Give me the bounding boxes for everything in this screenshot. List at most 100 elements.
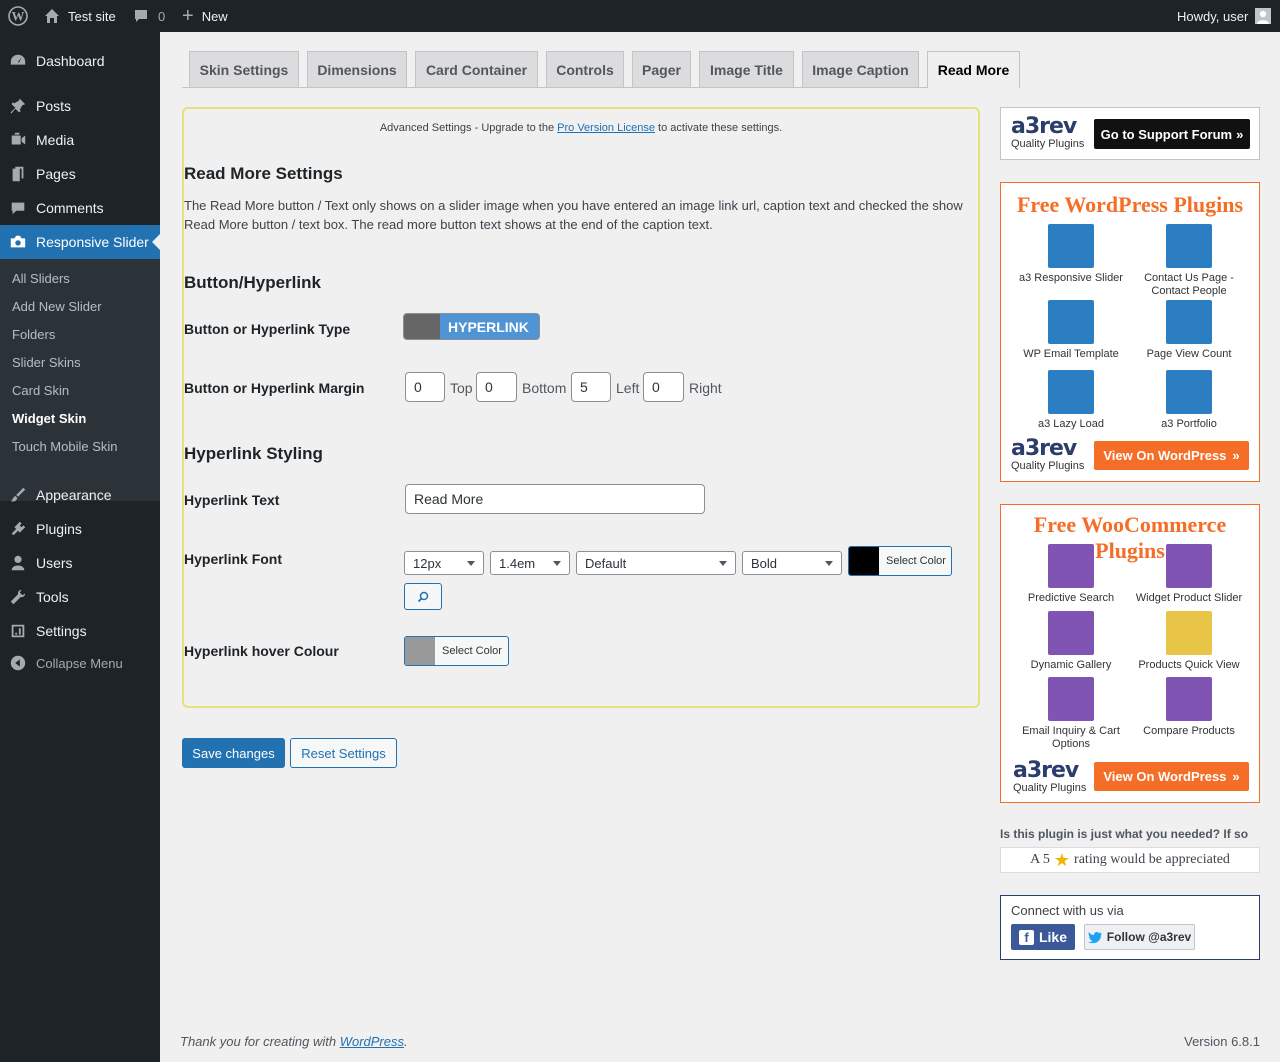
media-icon [0, 131, 36, 149]
submenu-card-skin[interactable]: Card Skin [12, 383, 69, 398]
line-height-select[interactable]: 1.4em [490, 551, 570, 575]
plus-icon: + [182, 5, 194, 27]
margin-top-input[interactable]: 0 [405, 372, 445, 402]
view-btn-label: View On WordPress [1103, 769, 1227, 784]
tab-controls[interactable]: Controls [546, 51, 624, 87]
tab-read-more[interactable]: Read More [927, 51, 1020, 88]
rating-box[interactable]: A 5 ★ rating would be appreciated [1000, 847, 1260, 873]
svg-text:W: W [12, 9, 25, 24]
submenu-touch-mobile-skin[interactable]: Touch Mobile Skin [12, 439, 118, 454]
plugin-thumb [1166, 224, 1212, 268]
menu-plugins[interactable]: Plugins [0, 512, 160, 546]
facebook-like-button[interactable]: f Like [1011, 924, 1075, 950]
plugin-thumb [1166, 544, 1212, 588]
plugin-thumb [1048, 370, 1094, 414]
menu-pages[interactable]: Pages [0, 157, 160, 191]
submenu-all-sliders[interactable]: All Sliders [12, 271, 70, 286]
reset-settings-button[interactable]: Reset Settings [290, 738, 397, 768]
read-more-settings-title: Read More Settings [184, 164, 343, 183]
margin-right-input[interactable]: 0 [643, 372, 684, 402]
margin-left-input[interactable]: 5 [571, 372, 611, 402]
menu-label: Appearance [36, 487, 112, 503]
view-on-wordpress-button[interactable]: View On WordPress » [1094, 762, 1249, 791]
tab-image-caption[interactable]: Image Caption [802, 51, 919, 87]
menu-media[interactable]: Media [0, 123, 160, 157]
submenu-responsive-slider: All Sliders Add New Slider Folders Slide… [0, 259, 160, 501]
rating-question: Is this plugin is just what you needed? … [1000, 827, 1249, 841]
font-preview-button[interactable] [404, 583, 442, 610]
menu-label: Responsive Slider [36, 234, 149, 250]
tab-skin-settings[interactable]: Skin Settings [189, 51, 299, 87]
menu-dashboard[interactable]: Dashboard [0, 44, 160, 78]
plugin-products-quick-view[interactable]: Products Quick View [1131, 611, 1247, 672]
plugin-a3-lazy-load[interactable]: a3 Lazy Load [1013, 370, 1129, 431]
view-on-wordpress-button[interactable]: View On WordPress » [1094, 441, 1249, 470]
comments-link[interactable]: 0 [133, 0, 165, 32]
wordpress-logo-icon[interactable]: W [8, 0, 28, 32]
menu-users[interactable]: Users [0, 546, 160, 580]
hyperlink-type-toggle[interactable]: HYPERLINK [403, 313, 540, 340]
plugin-predictive-search[interactable]: Predictive Search [1013, 544, 1129, 605]
plugin-wp-email-template[interactable]: WP Email Template [1013, 300, 1129, 361]
plugin-thumb [1048, 677, 1094, 721]
new-label: New [201, 8, 228, 24]
font-size-select[interactable]: 12px [404, 551, 484, 575]
pro-license-link[interactable]: Pro Version License [557, 122, 655, 134]
my-account-link[interactable]: Howdy, user [1177, 0, 1272, 32]
plugin-email-inquiry[interactable]: Email Inquiry & Cart Options [1013, 677, 1129, 751]
margin-bottom-input[interactable]: 0 [476, 372, 517, 402]
menu-tools[interactable]: Tools [0, 580, 160, 614]
rating-text-post: rating would be appreciated [1074, 852, 1230, 867]
new-content-link[interactable]: + New [182, 0, 228, 32]
menu-posts[interactable]: Posts [0, 89, 160, 123]
font-weight-select[interactable]: Bold [742, 551, 842, 575]
select-color-label: Select Color [886, 555, 946, 567]
twitter-follow-button[interactable]: Follow @a3rev [1084, 924, 1195, 950]
margin-top-label: Top [450, 380, 473, 396]
plugin-contact-us-page[interactable]: Contact Us Page - Contact People [1131, 224, 1247, 298]
rating-text-pre: A 5 [1030, 852, 1050, 867]
menu-comments[interactable]: Comments [0, 191, 160, 225]
connect-box: Connect with us via f Like Follow @a3rev [1000, 895, 1260, 960]
plugin-a3-portfolio[interactable]: a3 Portfolio [1131, 370, 1247, 431]
wordpress-link[interactable]: WordPress [340, 1034, 404, 1049]
comment-icon [135, 10, 147, 22]
menu-label: Comments [36, 200, 104, 216]
font-color-picker[interactable]: Select Color [848, 546, 952, 576]
plugin-name: Contact Us Page - Contact People [1144, 272, 1234, 297]
menu-responsive-slider[interactable]: Responsive Slider [0, 225, 160, 259]
plugin-a3-responsive-slider[interactable]: a3 Responsive Slider [1013, 224, 1129, 285]
plugin-page-view-count[interactable]: Page View Count [1131, 300, 1247, 361]
brush-icon [0, 486, 36, 504]
plugin-compare-products[interactable]: Compare Products [1131, 677, 1247, 738]
select-color-label: Select Color [442, 645, 502, 657]
submenu-widget-skin[interactable]: Widget Skin [12, 411, 86, 426]
tab-dimensions[interactable]: Dimensions [307, 51, 407, 87]
menu-settings[interactable]: Settings [0, 614, 160, 648]
tab-card-container[interactable]: Card Container [415, 51, 538, 87]
site-name-link[interactable]: Test site [44, 0, 116, 32]
pin-icon [0, 97, 36, 115]
comments-count: 0 [158, 8, 166, 24]
submenu-slider-skins[interactable]: Slider Skins [12, 355, 81, 370]
tab-image-title[interactable]: Image Title [699, 51, 794, 87]
submenu-folders[interactable]: Folders [12, 327, 55, 342]
connect-label: Connect with us via [1011, 903, 1124, 918]
hover-color-swatch [405, 637, 435, 665]
save-changes-button[interactable]: Save changes [182, 738, 285, 768]
footer-text-end: . [404, 1034, 408, 1049]
menu-collapse[interactable]: Collapse Menu [0, 646, 160, 680]
support-forum-button[interactable]: Go to Support Forum» [1094, 119, 1250, 149]
hyperlink-font-label: Hyperlink Font [184, 551, 283, 567]
notice-text: Advanced Settings - Upgrade to the [379, 122, 558, 134]
submenu-add-new-slider[interactable]: Add New Slider [12, 299, 102, 314]
tab-pager[interactable]: Pager [632, 51, 691, 87]
page-icon [0, 165, 36, 183]
font-family-select[interactable]: Default [576, 551, 736, 575]
plugin-dynamic-gallery[interactable]: Dynamic Gallery [1013, 611, 1129, 672]
menu-appearance[interactable]: Appearance [0, 478, 160, 512]
hyperlink-text-input[interactable]: Read More [405, 484, 705, 514]
margin-label: Button or Hyperlink Margin [184, 380, 365, 396]
hover-color-picker[interactable]: Select Color [404, 636, 509, 666]
plugin-widget-product-slider[interactable]: Widget Product Slider [1131, 544, 1247, 605]
